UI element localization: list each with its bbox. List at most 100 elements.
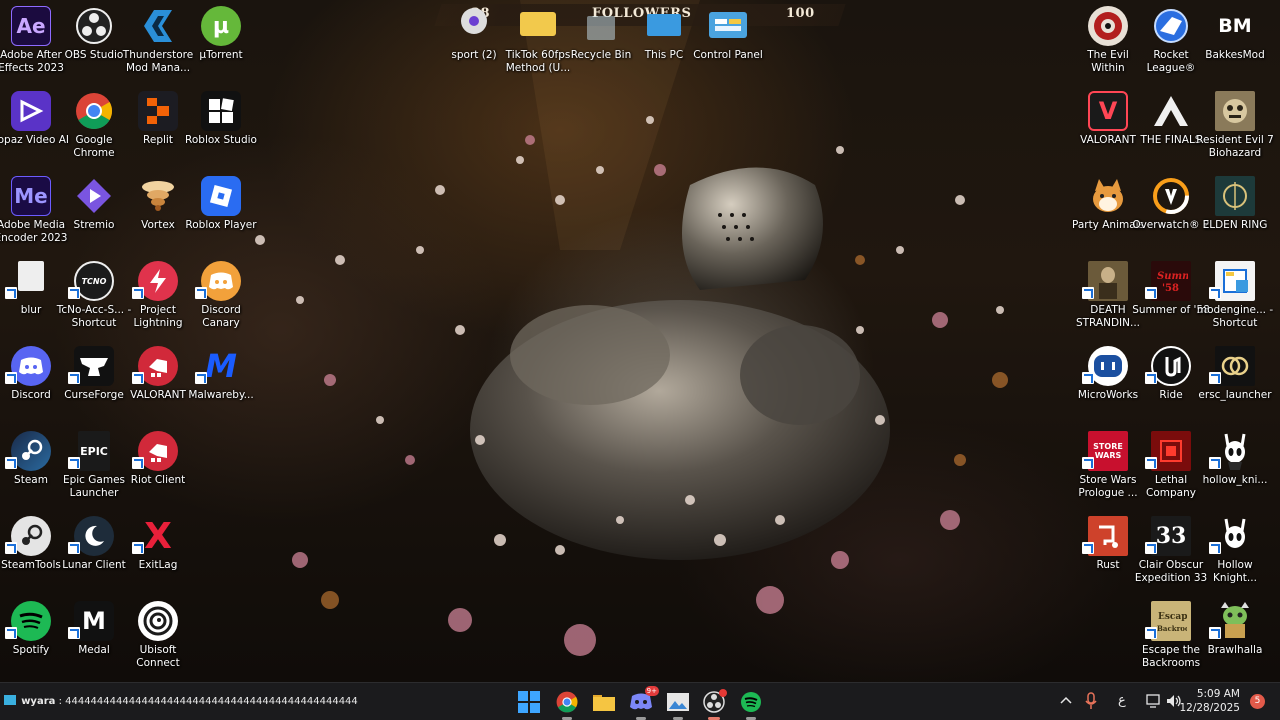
desktop-icon-ubisoft[interactable]: Ubisoft Connect [119, 597, 197, 679]
tray-overflow-chevron-icon[interactable] [1060, 694, 1072, 710]
shortcut-arrow-icon [132, 287, 144, 299]
desktop-icon-label: ELDEN RING [1202, 219, 1268, 231]
clock[interactable]: 5:09 AM 12/28/2025 [1179, 687, 1240, 715]
topaz-icon [11, 91, 51, 131]
desktop-icon-utorrent[interactable]: µ μTorrent [182, 2, 260, 84]
svg-text:Backrooms: Backrooms [1157, 624, 1187, 633]
taskbar-chrome[interactable] [553, 688, 581, 720]
thunderstore-icon [138, 6, 178, 46]
shortcut-arrow-icon [68, 457, 80, 469]
escape-backrooms-icon: Escape Backrooms [1151, 601, 1191, 641]
desktop-icon-roblox-studio[interactable]: Roblox Studio [182, 87, 260, 169]
spotify-icon [741, 692, 761, 712]
roblox-studio-icon [201, 91, 241, 131]
desktop-icon-label: hollow_kni... [1202, 474, 1268, 486]
valorant-icon: V [1088, 91, 1128, 131]
hollow-knight-icon [1215, 516, 1255, 556]
clock-date: 12/28/2025 [1179, 702, 1240, 714]
desktop-icon-label: Hollow Knight... [1213, 559, 1257, 584]
riot-client-icon [138, 431, 178, 471]
shortcut-arrow-icon [1082, 372, 1094, 384]
party-animals-icon [1088, 176, 1128, 216]
shortcut-arrow-icon [1209, 372, 1221, 384]
start-button[interactable] [515, 688, 543, 716]
obs-icon [74, 6, 114, 46]
steamtools-icon [11, 516, 51, 556]
discord-badge: 9+ [644, 686, 659, 696]
folder-icon [520, 12, 556, 36]
after-effects-icon: Ae [11, 6, 51, 46]
desktop-icon-label: Roblox Studio [185, 134, 257, 146]
lethal-company-icon [1151, 431, 1191, 471]
taskbar-photos[interactable] [664, 688, 692, 720]
desktop-icon-hollow-knight-file[interactable]: hollow_kni... [1196, 427, 1274, 509]
roblox-player-icon [201, 176, 241, 216]
shortcut-arrow-icon [1209, 287, 1221, 299]
elden-ring-icon [1215, 176, 1255, 216]
desktop-icon-resident-evil[interactable]: Resident Evil 7 Biohazard [1196, 87, 1274, 169]
shortcut-arrow-icon [5, 542, 17, 554]
desktop-icon-label: Malwareby... [188, 389, 254, 401]
folder-icon [593, 695, 615, 711]
taskbar-spotify[interactable] [737, 688, 765, 720]
notification-count-badge[interactable]: 5 [1250, 694, 1265, 709]
taskbar-file-explorer[interactable] [590, 688, 618, 716]
shortcut-arrow-icon [195, 287, 207, 299]
brawlhalla-icon [1215, 601, 1255, 641]
discord-canary-icon [201, 261, 241, 301]
replit-icon [138, 91, 178, 131]
shortcut-arrow-icon [5, 627, 17, 639]
spotify-icon [11, 601, 51, 641]
desktop-icon-riot-client[interactable]: Riot Client [119, 427, 197, 509]
desktop-icon-ersc-launcher[interactable]: ersc_launcher [1196, 342, 1274, 424]
shortcut-arrow-icon [1209, 457, 1221, 469]
taskbar-discord[interactable]: 9+ [627, 686, 659, 720]
sport-file-icon [461, 8, 487, 34]
desktop-icon-bakkesmod[interactable]: BM BakkesMod [1196, 2, 1274, 84]
desktop-icon-exitlag[interactable]: X ExitLag [119, 512, 197, 594]
utorrent-icon: µ [201, 6, 241, 46]
microphone-icon[interactable] [1085, 692, 1097, 715]
shortcut-arrow-icon [1145, 627, 1157, 639]
clock-time: 5:09 AM [1196, 688, 1240, 700]
desktop-icon-modengine[interactable]: modengine... - Shortcut [1196, 257, 1274, 339]
riot-valorant-icon [138, 346, 178, 386]
shortcut-arrow-icon [5, 457, 17, 469]
desktop-icon-hollow-knight[interactable]: Hollow Knight... [1196, 512, 1274, 594]
desktop-icon-label: BakkesMod [1205, 49, 1265, 61]
network-icon[interactable] [1146, 694, 1162, 713]
resident-evil-icon [1215, 91, 1255, 131]
shortcut-arrow-icon [1209, 627, 1221, 639]
shortcut-arrow-icon [132, 372, 144, 384]
exitlag-icon: X [144, 516, 172, 556]
malwarebytes-icon: M [205, 347, 237, 385]
shortcut-arrow-icon [195, 372, 207, 384]
desktop-icon-roblox-player[interactable]: Roblox Player [182, 172, 260, 254]
ersc-launcher-icon [1215, 346, 1255, 386]
shortcut-arrow-icon [68, 542, 80, 554]
discord-icon [11, 346, 51, 386]
desktop-icon-label: Discord Canary [201, 304, 241, 329]
desktop-icon-control-panel[interactable]: Control Panel [689, 2, 767, 84]
desktop-icon-elden-ring[interactable]: ELDEN RING [1196, 172, 1274, 254]
stremio-icon [74, 176, 114, 216]
desktop-icon-brawlhalla[interactable]: Brawlhalla [1196, 597, 1274, 679]
control-panel-icon [709, 12, 747, 38]
shortcut-arrow-icon [1082, 457, 1094, 469]
input-language[interactable]: ع [1118, 693, 1126, 709]
rocket-league-icon [1151, 6, 1191, 46]
svg-text:'58: '58 [1162, 283, 1179, 294]
microworks-icon [1088, 346, 1128, 386]
desktop-icon-label: Riot Client [130, 474, 186, 486]
desktop-icon-malwarebytes[interactable]: M Malwareby... [182, 342, 260, 424]
rust-icon [1088, 516, 1128, 556]
shortcut-arrow-icon [1145, 542, 1157, 554]
svg-text:Summer: Summer [1157, 271, 1188, 282]
ticker-message: : 44444444444444444444444444444444444444… [58, 696, 358, 707]
followers-goal: 100 [786, 6, 815, 21]
shortcut-arrow-icon [132, 457, 144, 469]
chrome-icon [74, 91, 114, 131]
desktop-icon-discord-canary[interactable]: Discord Canary [182, 257, 260, 339]
chrome-icon [556, 691, 578, 713]
taskbar-obs[interactable] [700, 688, 728, 720]
